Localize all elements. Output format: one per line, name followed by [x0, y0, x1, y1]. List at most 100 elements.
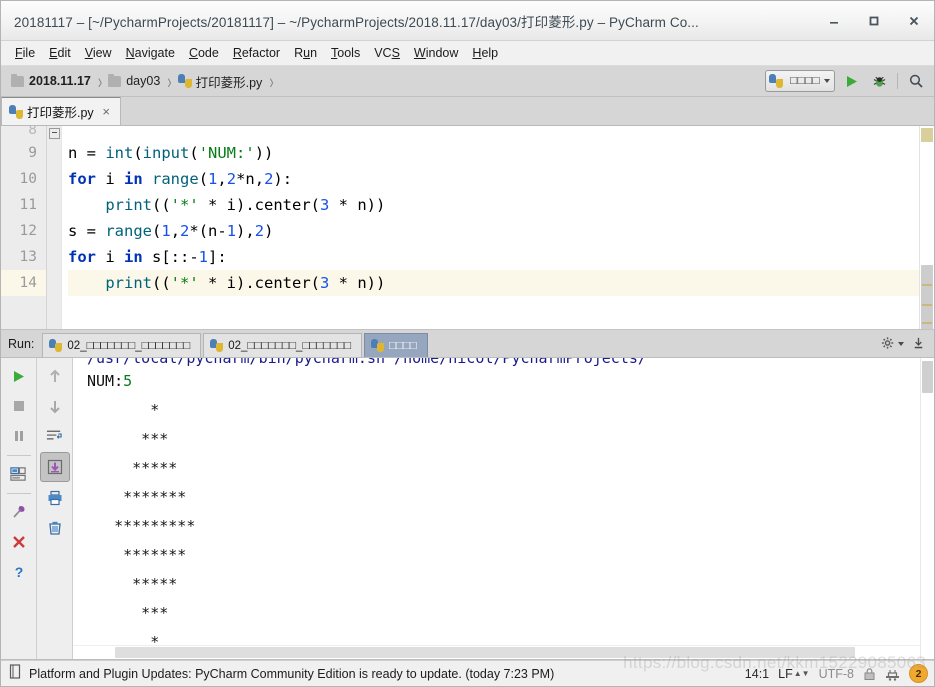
scrollbar-thumb[interactable]	[921, 265, 933, 329]
scrollbar-marker	[922, 304, 932, 306]
title-bar: 20181117 – [~/PycharmProjects/20181117] …	[1, 1, 934, 41]
python-icon	[49, 339, 63, 352]
window-controls	[814, 1, 934, 40]
pin-tab-button[interactable]	[5, 498, 33, 526]
console-input-value: 5	[123, 372, 133, 390]
folder-icon	[11, 73, 24, 87]
menu-edit[interactable]: Edit	[42, 43, 78, 63]
window-title: 20181117 – [~/PycharmProjects/20181117] …	[14, 14, 699, 30]
console-diamond-row: *	[87, 401, 223, 419]
pause-button[interactable]	[5, 422, 33, 450]
run-tab-3[interactable]: □□□□	[364, 333, 428, 357]
python-file-icon	[9, 104, 23, 119]
console-vertical-scrollbar[interactable]	[920, 358, 934, 659]
code-editor: 8 9 10 11 12 13 14 n = int(input('NUM:')…	[1, 126, 934, 330]
console-prompt-line: NUM:5	[87, 367, 934, 396]
menu-view[interactable]: View	[78, 43, 119, 63]
run-toolbar-left: ?	[1, 358, 37, 659]
help-button[interactable]: ?	[5, 558, 33, 586]
search-button[interactable]	[904, 69, 928, 93]
editor-tab[interactable]: 打印菱形.py ×	[1, 96, 121, 125]
arrow-up-button[interactable]	[41, 362, 69, 390]
scrollbar-marker	[922, 284, 932, 286]
fold-marker-icon[interactable]	[49, 128, 60, 139]
run-tab-2[interactable]: 02_□□□□□□□_□□□□□□□	[203, 333, 363, 357]
close-icon[interactable]: ×	[100, 104, 113, 119]
chevron-down-icon	[897, 341, 904, 346]
code-line-9: n = int(input('NUM:'))	[68, 144, 274, 162]
menu-run[interactable]: Run	[287, 43, 324, 63]
console-diamond-row: *******	[87, 546, 223, 564]
minimize-button[interactable]	[814, 1, 854, 40]
console-diamond-row: *****	[87, 459, 223, 477]
code-line-13: for i in s[::-1]:	[68, 248, 227, 266]
menu-navigate[interactable]: Navigate	[119, 43, 182, 63]
console-output[interactable]: /usr/local/pycharm/bin/pycharm.sh /home/…	[73, 358, 934, 659]
status-bar-right: 14:1 LF ▲▼ UTF-8 2	[745, 661, 928, 686]
close-button[interactable]	[894, 1, 934, 40]
run-panel-actions	[880, 330, 930, 357]
line-separator[interactable]: LF ▲▼	[778, 667, 809, 681]
breadcrumb-item-file[interactable]: 打印菱形.py	[176, 72, 265, 91]
rerun-button[interactable]	[5, 362, 33, 390]
notification-badge[interactable]: 2	[909, 664, 928, 683]
maximize-button[interactable]	[854, 1, 894, 40]
debug-button[interactable]	[867, 69, 891, 93]
clear-all-button[interactable]	[41, 514, 69, 542]
file-encoding[interactable]: UTF-8	[819, 667, 854, 681]
menu-refactor[interactable]: Refactor	[226, 43, 287, 63]
scrollbar-thumb[interactable]	[922, 361, 933, 393]
run-tab-1[interactable]: 02_□□□□□□□_□□□□□□□	[42, 333, 202, 357]
breadcrumb-item-day03[interactable]: day03	[106, 73, 162, 88]
svg-text:?: ?	[14, 564, 23, 580]
code-folding-gutter[interactable]	[47, 126, 62, 329]
run-button[interactable]	[839, 69, 863, 93]
editor-scrollbar[interactable]	[919, 126, 934, 329]
close-button[interactable]	[5, 528, 33, 556]
menu-help[interactable]: Help	[465, 43, 505, 63]
update-icon	[8, 663, 22, 684]
run-console: ? /usr/local/pycharm/bin/pycharm.sh /hom…	[1, 358, 934, 660]
menu-vcs[interactable]: VCS	[367, 43, 407, 63]
menu-file[interactable]: File	[8, 43, 42, 63]
breadcrumb-separator: ›	[167, 69, 172, 93]
console-diamond-row: *****	[87, 575, 223, 593]
run-configuration-selector[interactable]: □□□□	[765, 70, 835, 92]
line-number: 13	[19, 249, 37, 265]
stop-button[interactable]	[5, 392, 33, 420]
console-command-line: /usr/local/pycharm/bin/pycharm.sh /home/…	[87, 358, 647, 367]
run-tab-label: 02_□□□□□□□_□□□□□□□	[228, 339, 352, 352]
hide-panel-button[interactable]	[906, 332, 930, 356]
console-prompt: NUM:	[87, 372, 124, 390]
python-file-icon	[177, 74, 192, 88]
toolbar-divider	[6, 455, 31, 456]
scrollbar-thumb[interactable]	[115, 647, 855, 658]
scroll-to-end-button[interactable]	[39, 452, 70, 482]
status-bar: Platform and Plugin Updates: PyCharm Com…	[1, 660, 934, 686]
line-number: 11	[19, 197, 37, 213]
pycharm-window: 20181117 – [~/PycharmProjects/20181117] …	[0, 0, 935, 687]
breadcrumb-label: 2018.11.17	[29, 74, 91, 88]
soft-wrap-button[interactable]	[41, 422, 69, 450]
menu-tools[interactable]: Tools	[324, 43, 367, 63]
console-diamond-row: ***	[87, 604, 223, 622]
console-view-button[interactable]	[5, 460, 33, 488]
menu-code[interactable]: Code	[182, 43, 226, 63]
lock-icon[interactable]	[863, 667, 876, 681]
breadcrumb-item-project[interactable]: 2018.11.17	[9, 73, 93, 88]
run-toolbar-secondary	[37, 358, 73, 659]
run-panel-header: Run: 02_□□□□□□□_□□□□□□□ 02_□□□□□□□_□□□□□…	[1, 330, 934, 358]
code-content[interactable]: n = int(input('NUM:')) for i in range(1,…	[62, 126, 934, 329]
menu-window[interactable]: Window	[407, 43, 465, 63]
settings-button[interactable]	[880, 332, 904, 356]
inspection-icon[interactable]	[885, 667, 900, 681]
print-button[interactable]	[41, 484, 69, 512]
caret-position[interactable]: 14:1	[745, 667, 769, 681]
arrow-down-button[interactable]	[41, 392, 69, 420]
toolbar-divider	[6, 493, 31, 494]
console-horizontal-scrollbar[interactable]	[73, 645, 934, 659]
status-message[interactable]: Platform and Plugin Updates: PyCharm Com…	[29, 667, 554, 681]
console-diamond-row: ***	[87, 430, 223, 448]
code-line-14: print(('*' * i).center(3 * n))	[68, 270, 934, 296]
scrollbar-marker	[921, 128, 933, 142]
